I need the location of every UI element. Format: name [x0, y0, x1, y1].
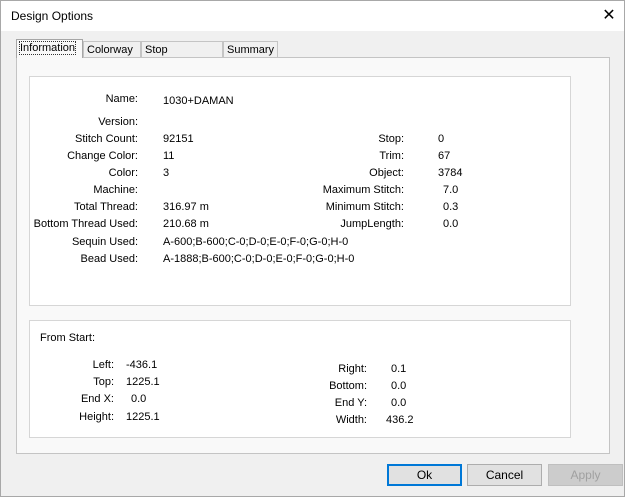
stop-value: 0	[438, 133, 445, 145]
design-info-group: Name: 1030+DAMAN Version: Stitch Count: …	[29, 76, 571, 306]
right-label: Right:	[338, 363, 367, 375]
name-value: 1030+DAMAN	[163, 95, 234, 107]
right-value: 0.1	[391, 363, 407, 375]
trim-label: Trim:	[379, 150, 404, 162]
color-label: Color:	[108, 167, 138, 179]
information-tab-page: Name: 1030+DAMAN Version: Stitch Count: …	[16, 57, 610, 454]
trim-value: 67	[438, 150, 451, 162]
bottom-label: Bottom:	[329, 380, 367, 392]
total-thread-label: Total Thread:	[73, 201, 138, 213]
height-label: Height:	[79, 411, 114, 423]
color-value: 3	[163, 167, 170, 179]
end-y-label: End Y:	[334, 397, 367, 409]
cancel-button[interactable]: Cancel	[467, 464, 542, 486]
apply-button[interactable]: Apply	[548, 464, 623, 486]
design-options-dialog: Design Options ✕ Information Colorway St…	[0, 0, 625, 497]
change-color-value: 11	[163, 150, 175, 162]
ok-button[interactable]: Ok	[387, 464, 462, 486]
width-value: 436.2	[386, 414, 414, 426]
end-x-label: End X:	[80, 393, 114, 405]
top-label: Top:	[93, 376, 114, 388]
from-start-heading: From Start:	[40, 332, 96, 344]
tab-stop-sequence[interactable]: Stop Sequence	[141, 41, 223, 72]
window-title: Design Options	[11, 9, 94, 23]
stitch-count-label: Stitch Count:	[75, 133, 138, 145]
title-bar[interactable]: Design Options ✕	[1, 1, 624, 31]
max-stitch-value: 7.0	[443, 184, 459, 196]
min-stitch-value: 0.3	[443, 201, 459, 213]
tab-summary[interactable]: Summary	[223, 41, 278, 57]
bottom-value: 0.0	[391, 380, 407, 392]
jump-length-value: 0.0	[443, 218, 459, 230]
stop-label: Stop:	[378, 133, 404, 145]
end-x-value: 0.0	[131, 393, 147, 405]
sequin-value: A-600;B-600;C-0;D-0;E-0;F-0;G-0;H-0	[163, 236, 349, 248]
bottom-thread-value: 210.68 m	[163, 218, 209, 230]
tab-colorway[interactable]: Colorway	[83, 41, 141, 57]
total-thread-value: 316.97 m	[163, 201, 209, 213]
end-y-value: 0.0	[391, 397, 407, 409]
machine-label: Machine:	[93, 184, 138, 196]
max-stitch-label: Maximum Stitch:	[322, 184, 404, 196]
top-value: 1225.1	[126, 376, 160, 388]
close-icon[interactable]: ✕	[598, 5, 620, 27]
stitch-count-value: 92151	[163, 133, 194, 145]
object-value: 3784	[438, 167, 463, 179]
name-label: Name:	[105, 93, 138, 105]
min-stitch-label: Minimum Stitch:	[325, 201, 404, 213]
height-value: 1225.1	[126, 411, 160, 423]
change-color-label: Change Color:	[67, 150, 138, 162]
left-label: Left:	[92, 359, 114, 371]
sequin-label: Sequin Used:	[71, 236, 138, 248]
left-value: -436.1	[126, 359, 158, 371]
bottom-thread-label: Bottom Thread Used:	[33, 218, 138, 230]
tab-information[interactable]: Information	[16, 39, 83, 58]
jump-length-label: JumpLength:	[340, 218, 404, 230]
object-label: Object:	[369, 167, 404, 179]
bead-value: A-1888;B-600;C-0;D-0;E-0;F-0;G-0;H-0	[163, 253, 355, 265]
width-label: Width:	[335, 414, 367, 426]
from-start-group: From Start: Left: -436.1 Top: 1225.1 End…	[29, 320, 571, 438]
bead-label: Bead Used:	[80, 253, 138, 265]
version-label: Version:	[98, 116, 138, 128]
